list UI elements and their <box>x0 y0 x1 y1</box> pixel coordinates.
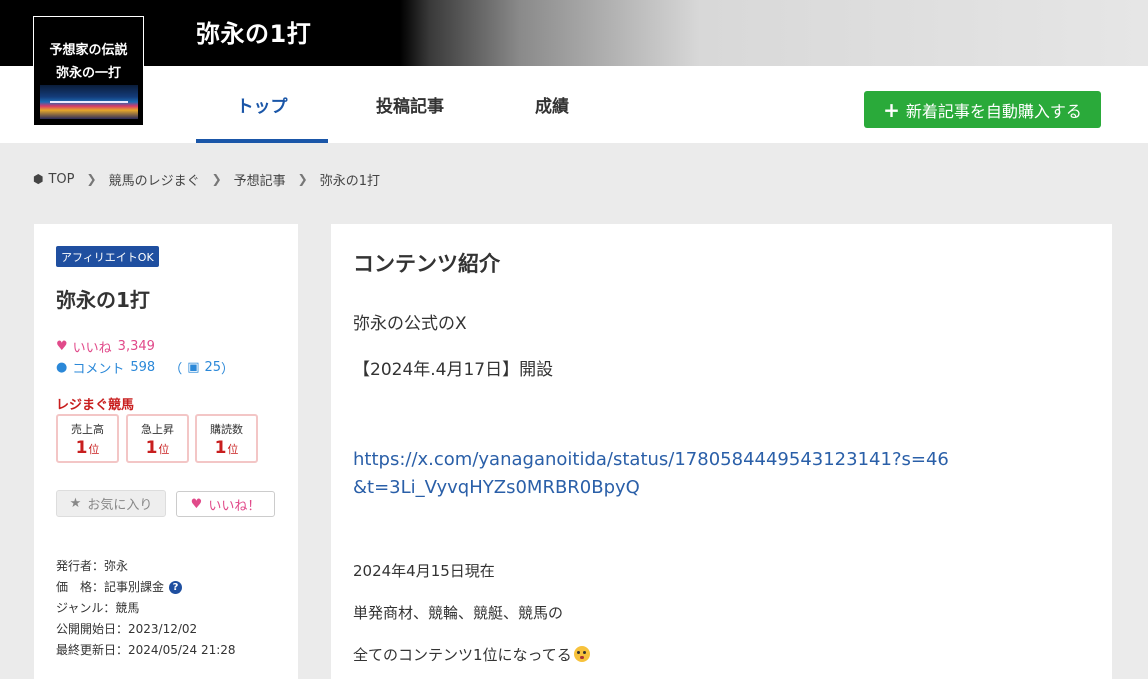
content-line-3: 2024年4月15日現在 <box>353 562 495 580</box>
tab-posts[interactable]: 投稿記事 <box>344 66 476 143</box>
logo-image <box>40 85 138 119</box>
content-line-5-text: 全てのコンテンツ1位になってる <box>353 646 572 664</box>
header-banner <box>0 0 1148 66</box>
comments-count: 598 <box>130 360 156 375</box>
meta-genre: ジャンル：競馬 <box>56 601 140 615</box>
rank-unit: 位 <box>227 443 239 456</box>
like-button-label: いいね！ <box>208 498 261 514</box>
tab-results-label: 成績 <box>535 97 569 117</box>
rank-subscribers[interactable]: 購読数 1位 <box>195 414 258 463</box>
surprised-face-icon <box>573 646 590 662</box>
meta-price: 価 格：記事別課金? <box>56 578 183 595</box>
likes-label: いいね <box>72 341 112 356</box>
logo-line-1: 予想家の伝説 <box>49 43 128 58</box>
likes-count: 3,349 <box>117 339 155 354</box>
plus-icon: + <box>883 97 900 122</box>
breadcrumb-articles[interactable]: 予想記事 <box>234 170 286 189</box>
chevron-right-icon: ❯ <box>86 172 97 186</box>
auto-purchase-label: 新着記事を自動購入する <box>905 101 1082 121</box>
star-icon: ★ <box>69 496 82 511</box>
content-line-2: 【2024年.4月17日】開設 <box>353 360 554 380</box>
breadcrumb-keiba[interactable]: 競馬のレジまぐ <box>109 170 200 189</box>
content-card: コンテンツ紹介 弥永の公式のX 【2024年.4月17日】開設 https://… <box>331 224 1112 679</box>
tab-top[interactable]: トップ <box>196 66 328 143</box>
home-cube-icon: ⬢ <box>33 172 44 186</box>
rank-rising-label: 急上昇 <box>141 423 174 436</box>
favorite-button[interactable]: ★ お気に入り <box>56 490 166 517</box>
meta-price-text: 価 格：記事別課金 <box>56 580 165 594</box>
chevron-right-icon: ❯ <box>297 172 308 186</box>
gift-icon: ▣ <box>187 360 200 375</box>
gift-open-paren: （ <box>169 362 183 377</box>
gift-count: 25 <box>204 360 222 375</box>
breadcrumb-current: 弥永の1打 <box>319 173 380 189</box>
rank-unit: 位 <box>88 443 100 456</box>
favorite-label: お気に入り <box>87 498 153 513</box>
meta-start-date: 公開開始日：2023/12/02 <box>56 622 198 636</box>
rank-subscribers-label: 購読数 <box>210 423 243 436</box>
meta-publisher: 発行者：弥永 <box>56 559 129 573</box>
rank-unit: 位 <box>158 443 170 456</box>
comment-bubble-icon: ● <box>56 360 68 375</box>
rank-subscribers-value: 1 <box>214 438 227 458</box>
heart-icon: ♥ <box>190 496 203 512</box>
breadcrumb-top[interactable]: TOP <box>48 172 74 187</box>
rank-rising-value: 1 <box>145 438 158 458</box>
content-line-5: 全てのコンテンツ1位になってる <box>353 644 590 665</box>
breadcrumb: ⬢ TOP ❯ 競馬のレジまぐ ❯ 予想記事 ❯ 弥永の1打 <box>33 170 380 189</box>
content-line-4: 単発商材、競輪、競艇、競馬の <box>353 604 564 622</box>
comments-row: ● コメント 598 （ ▣ 25 ） <box>56 358 234 377</box>
likes-count-link[interactable]: ♥ いいね 3,349 <box>56 337 155 356</box>
tab-results[interactable]: 成績 <box>486 66 618 143</box>
rank-rising[interactable]: 急上昇 1位 <box>126 414 189 463</box>
comments-label[interactable]: コメント <box>72 358 124 377</box>
magazine-title: 弥永の1打 <box>56 288 150 312</box>
x-post-link[interactable]: https://x.com/yanaganoitida/status/17805… <box>353 446 953 502</box>
tab-top-label: トップ <box>236 97 288 117</box>
heart-icon: ♥ <box>56 339 68 354</box>
rank-sales-value: 1 <box>75 438 88 458</box>
site-title: 弥永の1打 <box>196 20 312 48</box>
gift-close-paren: ） <box>221 362 235 377</box>
logo-line-2: 弥永の一打 <box>55 66 121 81</box>
section-title: コンテンツ紹介 <box>353 252 500 276</box>
ranking-title: レジまぐ競馬 <box>56 398 135 413</box>
auto-purchase-button[interactable]: + 新着記事を自動購入する <box>864 91 1101 128</box>
rank-sales-label: 売上高 <box>71 423 104 436</box>
content-line-1: 弥永の公式のX <box>353 314 467 334</box>
chevron-right-icon: ❯ <box>211 172 222 186</box>
meta-updated-date: 最終更新日：2024/05/24 21:28 <box>56 643 236 657</box>
like-button[interactable]: ♥ いいね！ <box>176 491 275 517</box>
site-logo[interactable]: 予想家の伝説 弥永の一打 <box>33 16 144 126</box>
help-icon[interactable]: ? <box>169 581 183 594</box>
sidebar-card: アフィリエイトOK 弥永の1打 ♥ いいね 3,349 ● コメント 598 （… <box>34 224 298 679</box>
affiliate-badge: アフィリエイトOK <box>56 246 159 267</box>
tab-posts-label: 投稿記事 <box>376 97 444 117</box>
rank-sales[interactable]: 売上高 1位 <box>56 414 119 463</box>
